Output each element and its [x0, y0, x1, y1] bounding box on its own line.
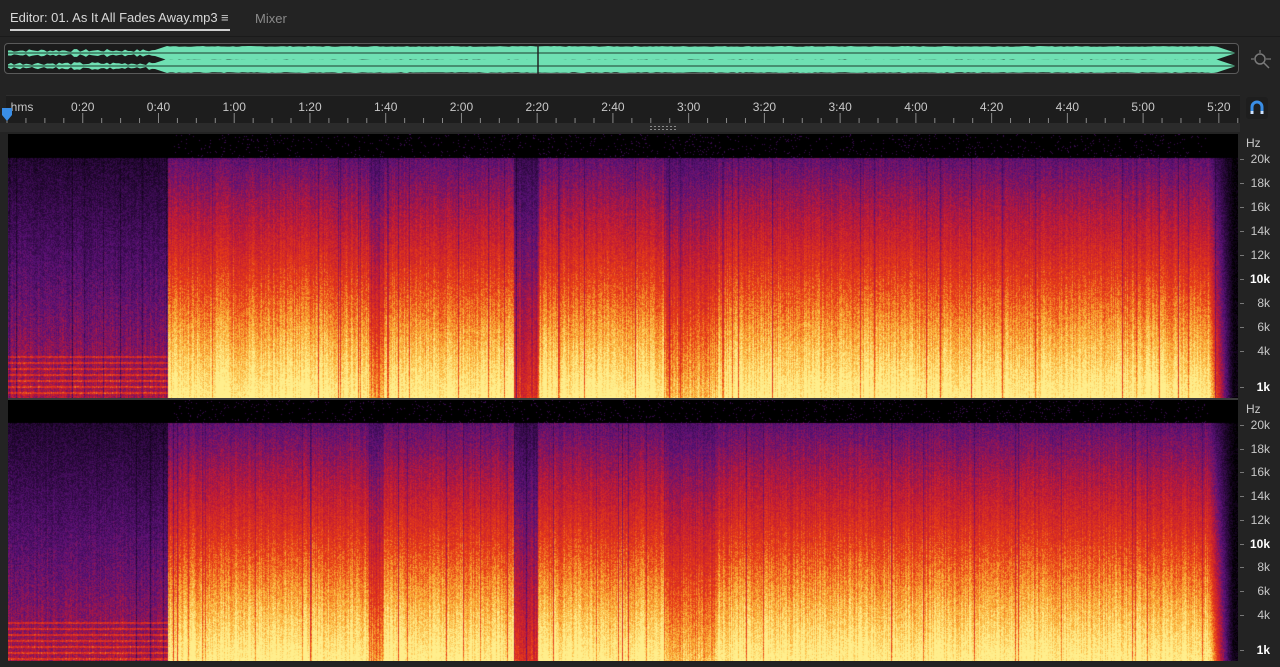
time-ruler-label: 5:20 [1207, 100, 1231, 114]
spectrogram-right-channel[interactable] [8, 400, 1238, 661]
frequency-label: 20k [1250, 417, 1270, 432]
overview-waveform-graphic [8, 44, 1235, 75]
frequency-label: 1k [1256, 643, 1270, 658]
time-ruler-label: 1:00 [222, 100, 246, 114]
frequency-tick [1240, 614, 1244, 616]
time-ruler-label: 1:40 [374, 100, 398, 114]
frequency-tick [1240, 183, 1244, 185]
spectrogram-left-channel[interactable] [8, 134, 1238, 398]
frequency-tick [1240, 424, 1244, 426]
tab-editor[interactable]: Editor: 01. As It All Fades Away.mp3 [10, 10, 218, 25]
frequency-label: 1k [1256, 380, 1270, 395]
frequency-label: 10k [1249, 272, 1270, 287]
zoom-navigator-icon[interactable] [1250, 49, 1272, 71]
time-ruler-label: 3:20 [752, 100, 777, 114]
frequency-label: 16k [1250, 200, 1270, 215]
frequency-tick [1240, 567, 1244, 569]
panel-divider [0, 123, 1240, 132]
panel-menu-icon[interactable]: ≡ [221, 10, 229, 25]
frequency-label: 6k [1257, 584, 1270, 599]
snap-toggle-button[interactable] [1246, 97, 1268, 119]
frequency-label: 20k [1250, 152, 1270, 167]
frequency-tick [1240, 650, 1244, 652]
frequency-label: 18k [1250, 441, 1270, 456]
time-ruler-label: 3:40 [828, 100, 852, 114]
frequency-tick [1240, 591, 1244, 593]
frequency-label: 8k [1257, 296, 1270, 311]
time-ruler-label: 2:40 [601, 100, 625, 114]
frequency-label: 12k [1250, 248, 1270, 263]
time-ruler-label: 0:40 [146, 100, 171, 114]
frequency-tick [1240, 448, 1244, 450]
resize-grip-icon[interactable] [650, 126, 678, 130]
frequency-scale-right: Hz 20k 18k 16k 14k 12k 10k 8k 6k 4k 1k [1240, 400, 1280, 661]
frequency-tick [1240, 327, 1244, 329]
frequency-label: 6k [1257, 320, 1270, 335]
time-ruler-label: 1:20 [298, 100, 322, 114]
frequency-unit: Hz [1246, 402, 1261, 416]
panel-tab-bar: Editor: 01. As It All Fades Away.mp3 ≡ M… [0, 0, 1280, 37]
frequency-label: 10k [1249, 536, 1270, 551]
frequency-tick [1240, 387, 1244, 389]
frequency-label: 16k [1250, 465, 1270, 480]
time-ruler-label: 5:00 [1131, 100, 1155, 114]
frequency-label: 14k [1250, 489, 1270, 504]
frequency-label: 18k [1250, 176, 1270, 191]
frequency-tick [1240, 472, 1244, 474]
frequency-tick [1240, 543, 1244, 545]
time-ruler[interactable]: hms 0:20 0:40 1:00 1:20 1:40 2:00 2:20 2:40 3:00… [6, 95, 1240, 124]
time-ruler-unit: hms [10, 100, 34, 114]
frequency-tick [1240, 303, 1244, 305]
time-ruler-label: 2:00 [449, 100, 474, 114]
frequency-tick [1240, 519, 1244, 521]
frequency-scale-left: Hz 20k 18k 16k 14k 12k 10k 8k 6k 4k 1k [1240, 134, 1280, 398]
tab-mixer[interactable]: Mixer [255, 11, 287, 26]
frequency-tick [1240, 255, 1244, 257]
time-ruler-label: 3:00 [676, 100, 701, 114]
frequency-tick [1240, 207, 1244, 209]
frequency-tick [1240, 351, 1244, 353]
frequency-unit: Hz [1246, 136, 1261, 150]
magnet-icon [1250, 100, 1264, 114]
time-ruler-label: 0:20 [71, 100, 95, 114]
frequency-label: 8k [1257, 560, 1270, 575]
time-ruler-label: 4:40 [1055, 100, 1080, 114]
overview-waveform[interactable] [4, 43, 1239, 75]
frequency-tick [1240, 496, 1244, 498]
frequency-label: 4k [1257, 344, 1270, 359]
active-tab-indicator [10, 29, 230, 31]
frequency-label: 14k [1250, 224, 1270, 239]
time-ruler-label: 2:20 [525, 100, 549, 114]
playhead-marker[interactable] [1, 108, 13, 122]
frequency-label: 4k [1257, 607, 1270, 622]
time-ruler-label: 4:20 [979, 100, 1004, 114]
time-ruler-label: 4:00 [904, 100, 928, 114]
status-strip [0, 661, 1280, 667]
frequency-tick [1240, 231, 1244, 233]
frequency-label: 12k [1250, 512, 1270, 527]
frequency-tick [1240, 279, 1244, 281]
frequency-tick [1240, 159, 1244, 161]
